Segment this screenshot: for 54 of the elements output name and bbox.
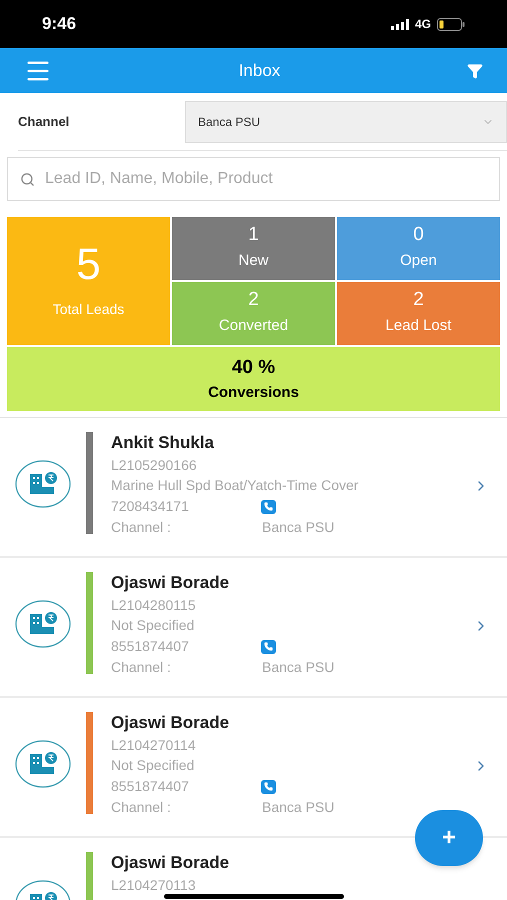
signal-icon (390, 18, 409, 30)
status-count: 0 (413, 224, 424, 244)
search-field[interactable]: Lead ID, Name, Mobile, Product (7, 157, 500, 201)
total-leads-count: 5 (76, 242, 101, 286)
channel-caption: Channel : (111, 658, 172, 677)
conversion-label: Conversions (208, 383, 299, 403)
lead-mobile: 7208434171 (111, 497, 190, 516)
channel-label: Channel (18, 112, 70, 131)
status-label: New (238, 250, 268, 271)
status-count: 2 (413, 290, 424, 309)
lead-id: L2104270113 (111, 876, 196, 894)
lead-product: Marine Hull Spd Boat/Yatch-Time Cover (111, 476, 358, 495)
lead-name: Ojaswi Borade (111, 572, 230, 594)
status-label: Open (400, 250, 437, 271)
status-tile[interactable]: 0 Open (337, 217, 500, 280)
header-title: Inbox (238, 60, 280, 82)
lead-mobile: 8551874407 (111, 637, 190, 656)
lead-card[interactable]: Ojaswi Borade L2104280115 Not Specified 8551874407 Channel : Banca PSU (0, 558, 507, 698)
battery-icon (437, 18, 465, 30)
conversion-value: 40 % (232, 356, 276, 380)
lead-name: Ojaswi Borade (111, 712, 230, 734)
phone-icon[interactable] (261, 500, 276, 514)
total-leads-label: Total Leads (52, 300, 124, 318)
status-tile[interactable]: 2 Lead Lost (337, 282, 500, 345)
building-rupee-icon (15, 739, 71, 789)
filter-icon[interactable] (467, 62, 483, 78)
lead-product: Not Specified (111, 756, 194, 775)
phone-icon[interactable] (261, 780, 276, 794)
lead-channel: Banca PSU (262, 798, 334, 817)
lead-mobile: 8551874407 (111, 777, 190, 796)
lead-name: Ojaswi Borade (111, 852, 230, 874)
status-label: Converted (218, 316, 288, 336)
channel-caption: Channel : (111, 518, 172, 537)
status-label: Lead Lost (386, 316, 452, 336)
network-label: 4G (414, 16, 431, 33)
lead-product: Not Specified (111, 616, 194, 635)
phone-icon[interactable] (261, 640, 276, 654)
lead-id: L2104270114 (111, 736, 196, 754)
building-rupee-icon (15, 459, 71, 509)
status-count: 2 (248, 290, 259, 309)
lead-id: L2104280115 (111, 596, 196, 614)
status-time: 9:46 (42, 13, 76, 36)
lead-channel: Banca PSU (262, 658, 334, 677)
lead-id: L2105290166 (111, 456, 197, 474)
channel-dropdown[interactable]: Banca PSU (185, 100, 507, 142)
lead-channel: Banca PSU (262, 518, 334, 537)
lead-card[interactable]: Ankit Shukla L2105290166 Marine Hull Spd Boat/Yatch-Time Cover 7208434171 Channel : Banca PSU (0, 418, 507, 558)
lead-name: Ankit Shukla (111, 432, 214, 454)
add-fab[interactable]: + (415, 810, 483, 866)
building-rupee-icon (15, 599, 71, 649)
channel-caption: Channel : (111, 798, 172, 817)
status-count: 1 (248, 224, 259, 244)
search-icon (20, 172, 35, 187)
status-tile[interactable]: 1 New (172, 217, 335, 280)
